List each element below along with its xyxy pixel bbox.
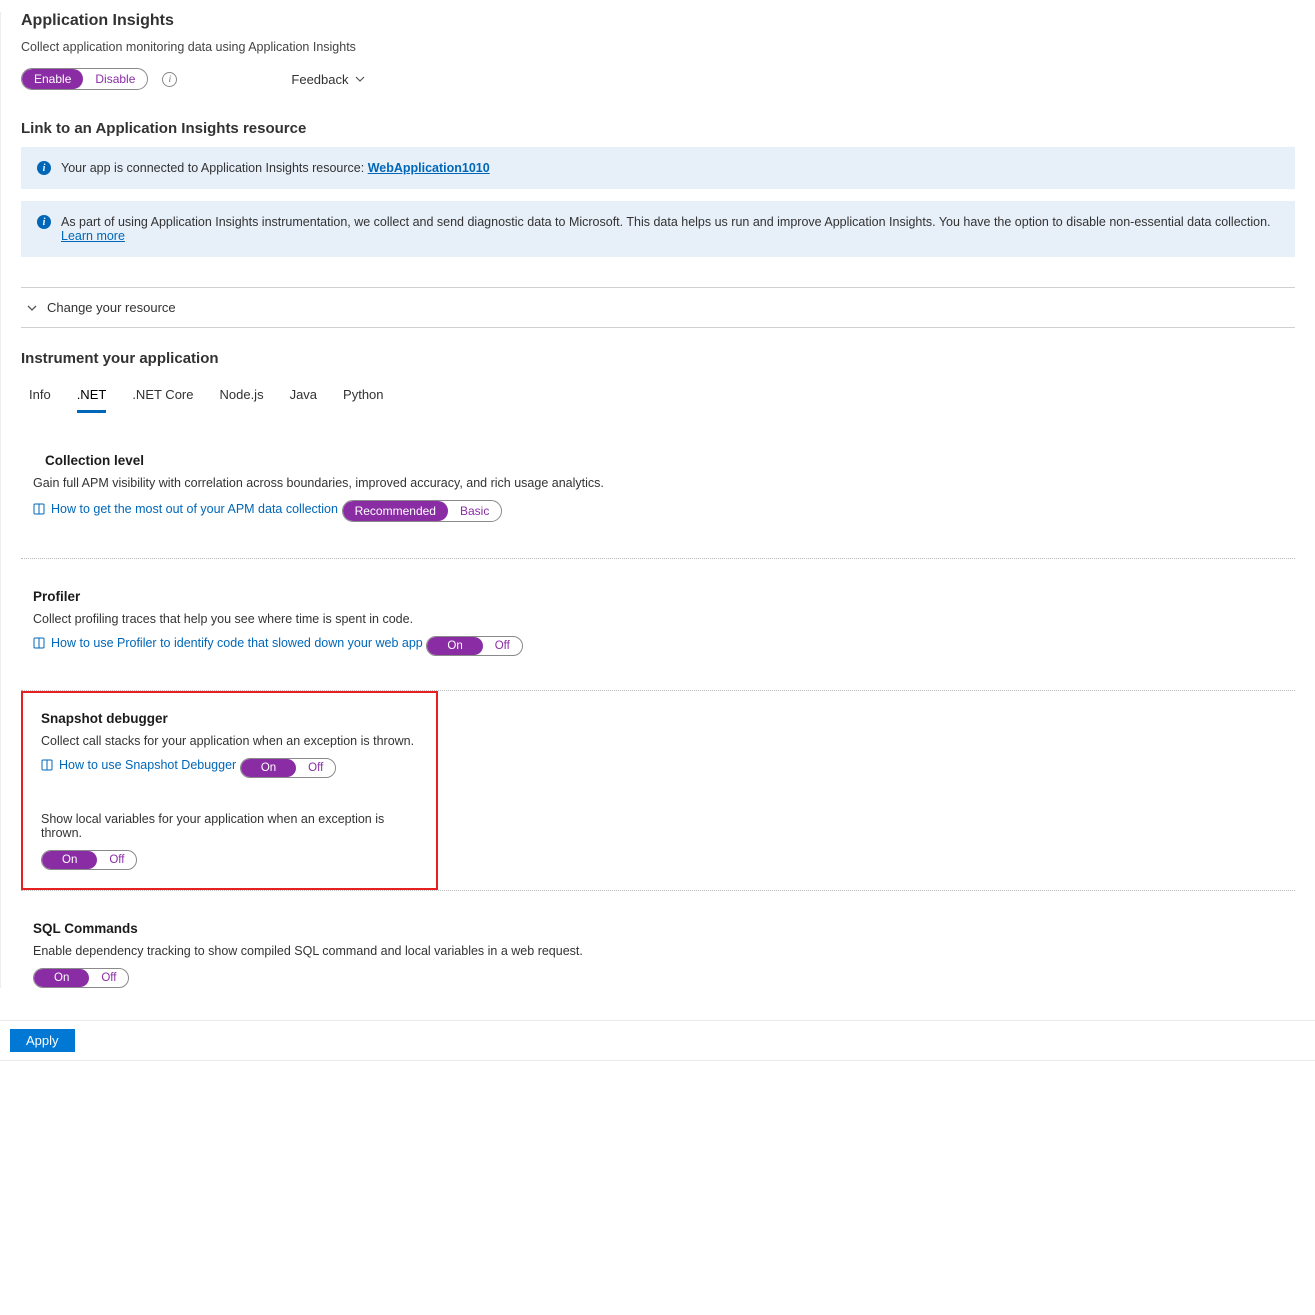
profiler-off[interactable]: Off — [483, 637, 522, 655]
collection-recommended[interactable]: Recommended — [343, 501, 448, 521]
page-title: Application Insights — [21, 12, 1295, 30]
appinsights-toggle-disable[interactable]: Disable — [83, 69, 147, 89]
collection-help-link[interactable]: How to get the most out of your APM data… — [33, 502, 338, 516]
tab-dotnetcore[interactable]: .NET Core — [132, 383, 193, 413]
link-resource-heading: Link to an Application Insights resource — [21, 120, 1295, 137]
appinsights-toggle[interactable]: Enable Disable — [21, 68, 148, 90]
sql-off[interactable]: Off — [89, 969, 128, 987]
snapshot-help-link[interactable]: How to use Snapshot Debugger — [41, 758, 236, 772]
info-banner-text: Your app is connected to Application Ins… — [61, 161, 490, 175]
book-icon — [41, 759, 53, 771]
collection-desc: Gain full APM visibility with correlatio… — [33, 476, 1295, 490]
tab-java[interactable]: Java — [290, 383, 317, 413]
info-icon[interactable]: i — [162, 72, 177, 87]
chevron-down-icon — [355, 74, 365, 84]
resource-link[interactable]: WebApplication1010 — [368, 161, 490, 175]
snapshot-on[interactable]: On — [241, 759, 296, 777]
sql-on[interactable]: On — [34, 969, 89, 987]
book-icon — [33, 503, 45, 515]
change-resource-expander[interactable]: Change your resource — [21, 287, 1295, 328]
snapshot-toggle[interactable]: On Off — [240, 758, 336, 778]
info-banner-diagnostic: i As part of using Application Insights … — [21, 201, 1295, 257]
page-subtitle: Collect application monitoring data usin… — [21, 40, 1295, 54]
snapshot-desc: Collect call stacks for your application… — [41, 734, 418, 748]
collection-level-toggle[interactable]: Recommended Basic — [342, 500, 503, 522]
tab-info[interactable]: Info — [29, 383, 51, 413]
info-banner-text: As part of using Application Insights in… — [61, 215, 1279, 243]
instrument-tabs: Info .NET .NET Core Node.js Java Python — [29, 383, 1295, 413]
snapshot-localvars-off[interactable]: Off — [97, 851, 136, 869]
collection-basic[interactable]: Basic — [448, 501, 501, 521]
profiler-help-link[interactable]: How to use Profiler to identify code tha… — [33, 636, 423, 650]
collection-heading: Collection level — [45, 453, 1295, 468]
sql-desc: Enable dependency tracking to show compi… — [33, 944, 1295, 958]
tab-python[interactable]: Python — [343, 383, 383, 413]
appinsights-toggle-enable[interactable]: Enable — [22, 69, 83, 89]
snapshot-localvars-toggle[interactable]: On Off — [41, 850, 137, 870]
tab-nodejs[interactable]: Node.js — [219, 383, 263, 413]
apply-button[interactable]: Apply — [10, 1029, 75, 1052]
snapshot-heading: Snapshot debugger — [41, 711, 418, 726]
info-icon: i — [37, 215, 51, 229]
profiler-toggle[interactable]: On Off — [426, 636, 522, 656]
feedback-button[interactable]: Feedback — [291, 72, 364, 87]
tab-dotnet[interactable]: .NET — [77, 383, 107, 413]
profiler-desc: Collect profiling traces that help you s… — [33, 612, 1295, 626]
book-icon — [33, 637, 45, 649]
snapshot-localvars-on[interactable]: On — [42, 851, 97, 869]
change-resource-label: Change your resource — [47, 300, 176, 315]
info-banner-connected: i Your app is connected to Application I… — [21, 147, 1295, 189]
snapshot-off[interactable]: Off — [296, 759, 335, 777]
sql-heading: SQL Commands — [33, 921, 1295, 936]
snapshot-localvars-desc: Show local variables for your applicatio… — [41, 812, 418, 840]
sql-toggle[interactable]: On Off — [33, 968, 129, 988]
snapshot-debugger-highlight: Snapshot debugger Collect call stacks fo… — [21, 691, 438, 890]
profiler-on[interactable]: On — [427, 637, 482, 655]
feedback-label: Feedback — [291, 72, 348, 87]
chevron-down-icon — [27, 303, 37, 313]
profiler-heading: Profiler — [33, 589, 1295, 604]
instrument-heading: Instrument your application — [21, 350, 1295, 367]
info-icon: i — [37, 161, 51, 175]
learn-more-link[interactable]: Learn more — [61, 229, 125, 243]
